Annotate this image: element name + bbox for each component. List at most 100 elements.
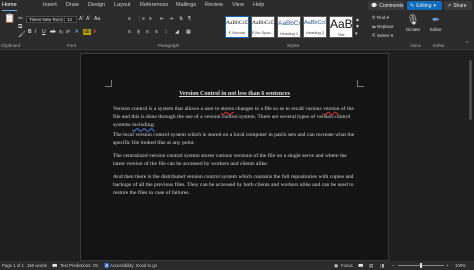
underline-icon[interactable]: U — [42, 29, 46, 35]
tab-help[interactable]: Help — [253, 2, 264, 8]
zoom-level[interactable]: 100% — [455, 263, 466, 268]
format-painter-icon[interactable]: 🖌 — [18, 32, 26, 38]
zoom-out-icon[interactable]: − — [392, 263, 395, 268]
subscript-icon[interactable]: x₂ — [59, 29, 63, 35]
paste-icon[interactable]: 📋 — [3, 14, 17, 23]
editor-button[interactable]: ✒ Editor — [430, 15, 442, 32]
scrollbar-thumb[interactable] — [469, 60, 472, 120]
replace-icon: ⇆ — [372, 24, 376, 29]
style-preview: AaB — [330, 17, 352, 31]
style-preview: AaBbCcDc — [226, 20, 248, 26]
numbering-icon[interactable]: ⋮≡ — [137, 16, 145, 22]
style-no-spacing[interactable]: AaBbCcDc ¶ No Spac... — [251, 16, 275, 38]
zoom-slider-thumb[interactable] — [420, 263, 422, 268]
tab-layout[interactable]: Layout — [114, 2, 131, 8]
show-marks-icon[interactable]: ¶ — [188, 16, 191, 22]
style-normal[interactable]: AaBbCcDc ¶ Normal — [225, 16, 249, 38]
text-predictions-status[interactable]: Text Predictions: On — [60, 263, 98, 268]
multilevel-list-icon[interactable]: ≡ — [149, 16, 152, 22]
word-count[interactable]: 150 words — [27, 263, 47, 268]
collapse-ribbon-icon[interactable]: ⌃ — [465, 41, 469, 47]
style-preview: AaBbCcDc — [252, 20, 274, 26]
editor-pen-icon: ✒ — [431, 15, 441, 26]
shrink-font-icon[interactable]: Aˇ — [86, 16, 91, 22]
microphone-icon: 🎙 — [406, 15, 420, 26]
zoom-in-icon[interactable]: + — [446, 263, 449, 268]
focus-mode-button[interactable]: Focus — [341, 263, 353, 268]
chevron-down-icon: ▾ — [386, 15, 389, 20]
read-mode-icon[interactable]: 📖 — [358, 263, 363, 269]
margin-corner-top-right — [357, 80, 364, 87]
web-layout-icon[interactable]: ◨ — [380, 263, 384, 269]
superscript-icon[interactable]: x² — [66, 29, 70, 35]
justify-icon[interactable]: ≡ — [155, 29, 158, 35]
select-button[interactable]: ⇱ Select ▾ — [372, 33, 393, 39]
status-bar: Page 1 of 1 150 words 📖 Text Predictions… — [0, 261, 474, 270]
style-heading-2[interactable]: AaBbCcC Heading 2 — [303, 16, 327, 38]
style-name: Heading 2 — [305, 30, 325, 35]
grow-font-icon[interactable]: Aˆ — [79, 16, 84, 22]
share-button[interactable]: ↗ Share — [444, 1, 472, 10]
copy-icon[interactable]: ⧉ — [18, 24, 22, 30]
style-heading-1[interactable]: AaBbCc Heading 1 — [277, 16, 301, 38]
styles-more-icon[interactable]: ▾ — [355, 31, 358, 37]
align-right-icon[interactable]: ≡ — [146, 29, 149, 35]
font-group-label: Font — [67, 43, 77, 48]
tab-insert[interactable]: Insert — [43, 2, 57, 8]
tab-references[interactable]: References — [140, 2, 168, 8]
style-name: Title — [337, 32, 345, 37]
font-family-select[interactable]: Times New Roman — [26, 16, 63, 23]
comments-label: Comments — [379, 2, 404, 9]
editing-mode-button[interactable]: ✎ Editing ▾ — [407, 1, 442, 10]
styles-scroll-down-icon[interactable]: ▼ — [355, 24, 360, 30]
styles-scroll-up-icon[interactable]: ▲ — [355, 17, 360, 23]
borders-icon[interactable]: ▦ — [186, 29, 191, 35]
font-color-icon[interactable]: A — [93, 29, 96, 35]
paragraph-centralized-vcs[interactable]: The centralized version control system s… — [113, 152, 356, 168]
bold-icon[interactable]: B — [28, 29, 32, 35]
editor-group-label: Editor — [433, 43, 445, 48]
tab-view[interactable]: View — [232, 2, 244, 8]
bullets-icon[interactable]: ≡ — [128, 16, 131, 22]
sort-icon[interactable]: ⇅ — [179, 16, 183, 22]
dictate-button[interactable]: 🎙 Dictate — [406, 15, 420, 32]
text-effects-icon[interactable]: A — [75, 29, 78, 35]
replace-button[interactable]: ⇆ Replace — [372, 24, 394, 30]
chevron-down-icon: ▾ — [390, 33, 394, 38]
line-spacing-icon[interactable]: ↕ — [165, 29, 168, 35]
style-title[interactable]: AaB Title — [329, 16, 353, 38]
tab-review[interactable]: Review — [205, 2, 223, 8]
tab-mailings[interactable]: Mailings — [176, 2, 196, 8]
tab-draw[interactable]: Draw — [66, 2, 79, 8]
increase-indent-icon[interactable]: ⇥ — [169, 16, 173, 22]
select-label: Select — [377, 33, 390, 38]
print-layout-icon[interactable]: ▤ — [369, 263, 373, 269]
find-label: Find — [376, 15, 386, 20]
accessibility-status[interactable]: Accessibility: Good to go — [110, 263, 157, 268]
paragraph-intro[interactable]: Version control is a system that allows … — [113, 105, 356, 130]
align-center-icon[interactable]: ≡ — [137, 29, 140, 35]
change-case-icon[interactable]: Aa — [94, 16, 100, 22]
document-title[interactable]: Version Control in not less than 6 sente… — [81, 91, 388, 97]
cut-icon[interactable]: ✂ — [18, 16, 23, 22]
align-left-icon[interactable]: ≡ — [128, 29, 131, 35]
clipboard-group-label: Clipboard — [1, 43, 21, 48]
page-count[interactable]: Page 1 of 1 — [2, 263, 24, 268]
comments-button[interactable]: 💬 Comments — [368, 1, 404, 10]
paragraph-local-vcs[interactable]: The local version control system which i… — [113, 131, 356, 147]
shading-icon[interactable]: ◢ — [175, 29, 179, 35]
margin-corner-top-left — [105, 80, 112, 87]
editing-label: Editing — [416, 2, 432, 9]
highlight-color-icon[interactable]: ab — [83, 29, 91, 35]
vertical-scrollbar[interactable] — [468, 52, 472, 257]
italic-icon[interactable]: I — [35, 29, 36, 35]
find-button[interactable]: ⚲ Find ▾ — [372, 15, 389, 21]
tab-home[interactable]: Home — [2, 2, 17, 11]
paragraph-distributed-vcs[interactable]: And then there is the distributed versio… — [113, 173, 356, 198]
strikethrough-icon[interactable]: ab — [50, 29, 56, 35]
decrease-indent-icon[interactable]: ⇤ — [160, 16, 164, 22]
font-size-select[interactable]: 12 — [64, 16, 77, 23]
proofing-icon[interactable]: 📖 — [52, 263, 57, 269]
tab-design[interactable]: Design — [88, 2, 105, 8]
document-page[interactable]: Version Control in not less than 6 sente… — [80, 53, 389, 261]
